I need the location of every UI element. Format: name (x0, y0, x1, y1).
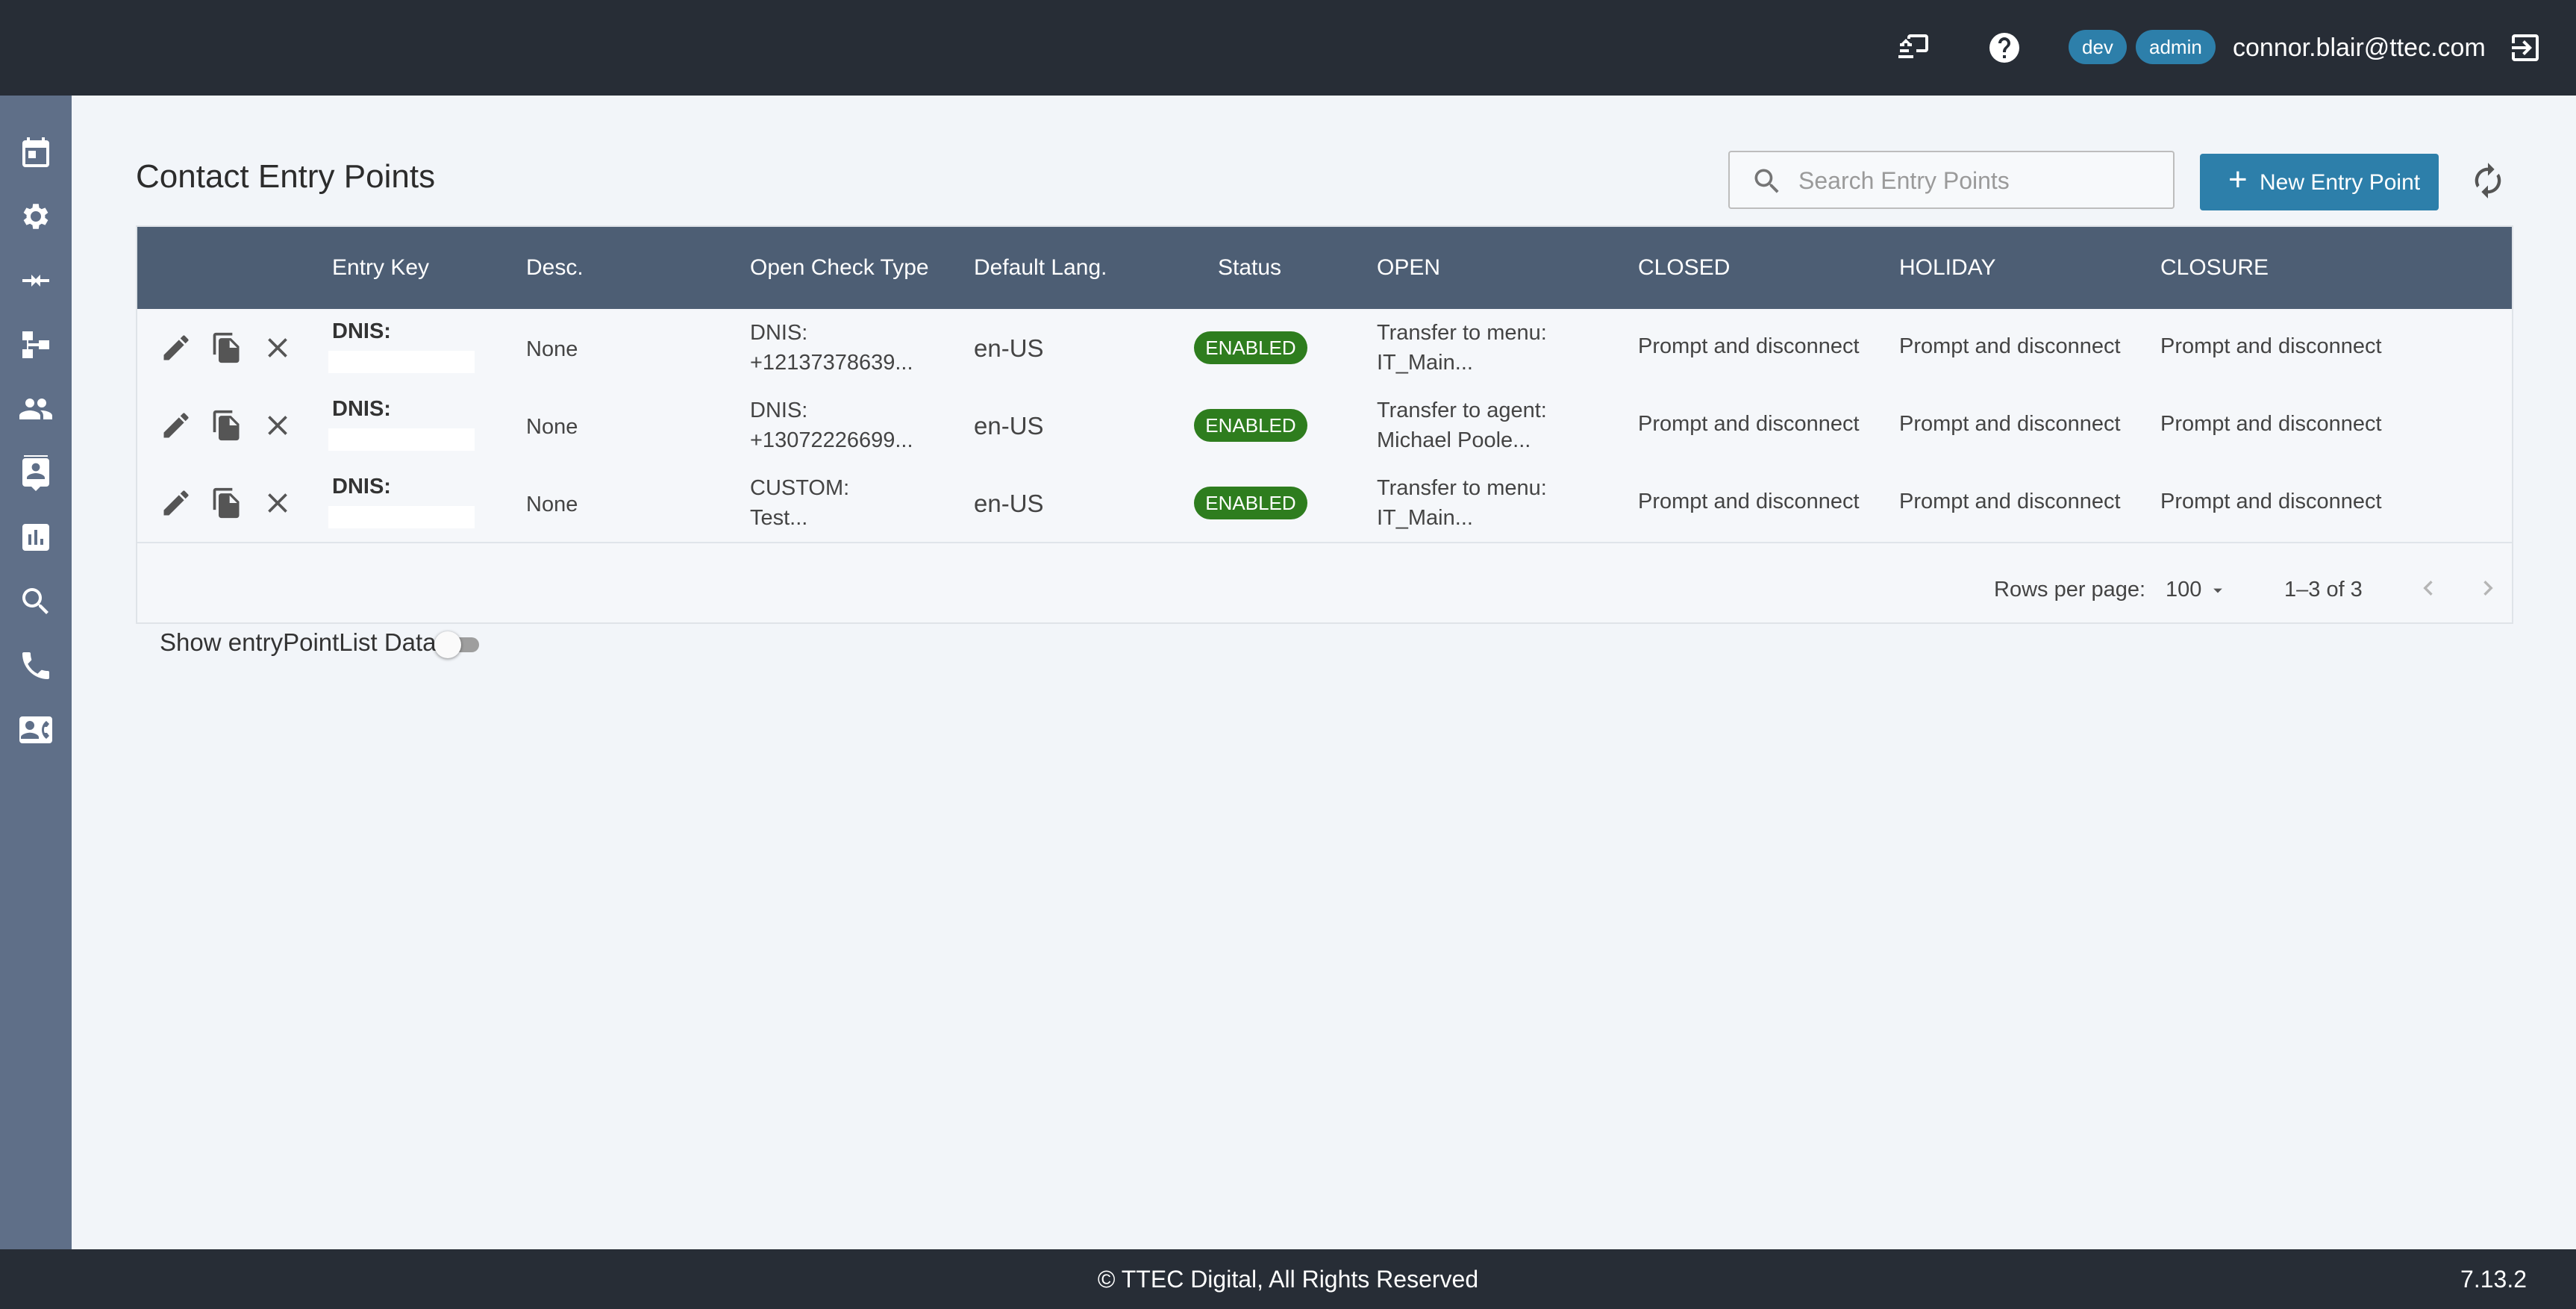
dropdown-arrow-icon (2213, 589, 2223, 593)
help-icon[interactable] (1986, 30, 2022, 66)
env-badge: dev (2069, 30, 2127, 64)
closed-cell: Prompt and disconnect (1638, 490, 1860, 513)
copy-icon[interactable] (210, 409, 243, 442)
closure-cell: Prompt and disconnect (2160, 412, 2382, 436)
column-header-default-lang[interactable]: Default Lang. (974, 255, 1107, 281)
status-badge: ENABLED (1194, 331, 1307, 364)
desc-cell: None (526, 415, 578, 439)
closed-cell: Prompt and disconnect (1638, 334, 1860, 358)
edit-icon[interactable] (160, 331, 193, 364)
desc-cell: None (526, 337, 578, 361)
role-badge: admin (2136, 30, 2216, 64)
phone-icon[interactable] (18, 648, 54, 684)
delete-icon[interactable] (261, 487, 294, 519)
column-header-closed[interactable]: CLOSED (1638, 255, 1730, 281)
redacted-entry-key (328, 351, 475, 373)
column-header-holiday[interactable]: HOLIDAY (1899, 255, 1995, 281)
closed-cell: Prompt and disconnect (1638, 412, 1860, 436)
lang-cell: en-US (974, 412, 1044, 440)
screen-share-icon[interactable] (1895, 30, 1931, 66)
redacted-entry-key (328, 428, 475, 451)
footer: © TTEC Digital, All Rights Reserved 7.13… (0, 1249, 2576, 1309)
open-cell: Transfer to menu: IT_Main... (1377, 321, 1547, 375)
holiday-cell: Prompt and disconnect (1899, 334, 2121, 358)
plus-icon: + (2228, 161, 2248, 198)
table-header: Entry Key Desc. Open Check Type Default … (137, 227, 2512, 309)
copy-icon[interactable] (210, 331, 243, 364)
rows-per-page-select[interactable]: 100 (2166, 578, 2228, 602)
table-row: DNIS: None CUSTOM: Test... en-US ENABLED … (137, 464, 2512, 543)
open-cell: Transfer to menu: IT_Main... (1377, 476, 1547, 530)
open-cell: Transfer to agent: Michael Poole... (1377, 399, 1547, 452)
new-entry-point-label: New Entry Point (2260, 170, 2421, 195)
entry-points-table: Entry Key Desc. Open Check Type Default … (136, 225, 2513, 624)
hierarchy-icon[interactable] (18, 327, 54, 363)
closure-cell: Prompt and disconnect (2160, 490, 2382, 513)
holiday-cell: Prompt and disconnect (1899, 412, 2121, 436)
previous-page-icon[interactable] (2413, 573, 2443, 609)
lang-cell: en-US (974, 490, 1044, 517)
table-row: DNIS: None DNIS: +13072226699... en-US EN… (137, 387, 2512, 466)
search-box[interactable] (1728, 151, 2175, 209)
show-data-toggle[interactable] (434, 631, 481, 658)
page-title: Contact Entry Points (136, 158, 436, 195)
search-input[interactable] (1797, 161, 2158, 200)
refresh-icon[interactable] (2469, 161, 2507, 200)
column-header-closure[interactable]: CLOSURE (2160, 255, 2269, 281)
column-header-entry-key[interactable]: Entry Key (332, 255, 429, 281)
status-badge: ENABLED (1194, 409, 1307, 442)
status-badge: ENABLED (1194, 487, 1307, 519)
entry-key-label: DNIS: (332, 475, 391, 499)
logout-icon[interactable] (2507, 30, 2543, 66)
people-icon[interactable] (18, 391, 54, 427)
lang-cell: en-US (974, 334, 1044, 362)
sidebar (0, 96, 72, 1249)
contact-book-icon[interactable] (18, 455, 54, 491)
toggle-knob (434, 631, 461, 658)
copy-icon[interactable] (210, 487, 243, 519)
merge-arrows-icon[interactable] (18, 263, 54, 299)
top-bar: dev admin connor.blair@ttec.com (0, 0, 2576, 96)
delete-icon[interactable] (261, 331, 294, 364)
settings-icon[interactable] (18, 199, 54, 234)
column-header-status[interactable]: Status (1218, 255, 1281, 281)
delete-icon[interactable] (261, 409, 294, 442)
next-page-icon[interactable] (2473, 573, 2503, 609)
search-icon (1754, 169, 1779, 193)
copyright-text: © TTEC Digital, All Rights Reserved (1097, 1266, 1479, 1293)
check-type-cell: CUSTOM: Test... (750, 476, 850, 530)
rows-per-page-label: Rows per page: (1994, 578, 2146, 602)
redacted-entry-key (328, 506, 475, 528)
user-email: connor.blair@ttec.com (2233, 34, 2486, 62)
holiday-cell: Prompt and disconnect (1899, 490, 2121, 513)
search-icon[interactable] (18, 584, 54, 619)
rows-per-page-value: 100 (2166, 578, 2202, 602)
column-header-open[interactable]: OPEN (1377, 255, 1440, 281)
column-header-open-check-type[interactable]: Open Check Type (750, 255, 929, 281)
pagination-range: 1–3 of 3 (2284, 578, 2363, 602)
new-entry-point-button[interactable]: + New Entry Point (2200, 154, 2439, 210)
pagination: Rows per page: 100 1–3 of 3 (137, 548, 2512, 622)
column-header-desc[interactable]: Desc. (526, 255, 584, 281)
entry-key-label: DNIS: (332, 319, 391, 343)
closure-cell: Prompt and disconnect (2160, 334, 2382, 358)
bar-chart-icon[interactable] (18, 519, 54, 555)
table-row: DNIS: None DNIS: +12137378639... en-US EN… (137, 309, 2512, 388)
edit-icon[interactable] (160, 409, 193, 442)
check-type-cell: DNIS: +12137378639... (750, 321, 913, 375)
check-type-cell: DNIS: +13072226699... (750, 399, 913, 452)
show-data-toggle-label: Show entryPointList Data (160, 628, 437, 656)
desc-cell: None (526, 493, 578, 516)
edit-icon[interactable] (160, 487, 193, 519)
entry-key-label: DNIS: (332, 397, 391, 421)
contact-card-icon[interactable] (18, 712, 54, 748)
calendar-icon[interactable] (18, 134, 54, 170)
version-text: 7.13.2 (2460, 1266, 2527, 1293)
